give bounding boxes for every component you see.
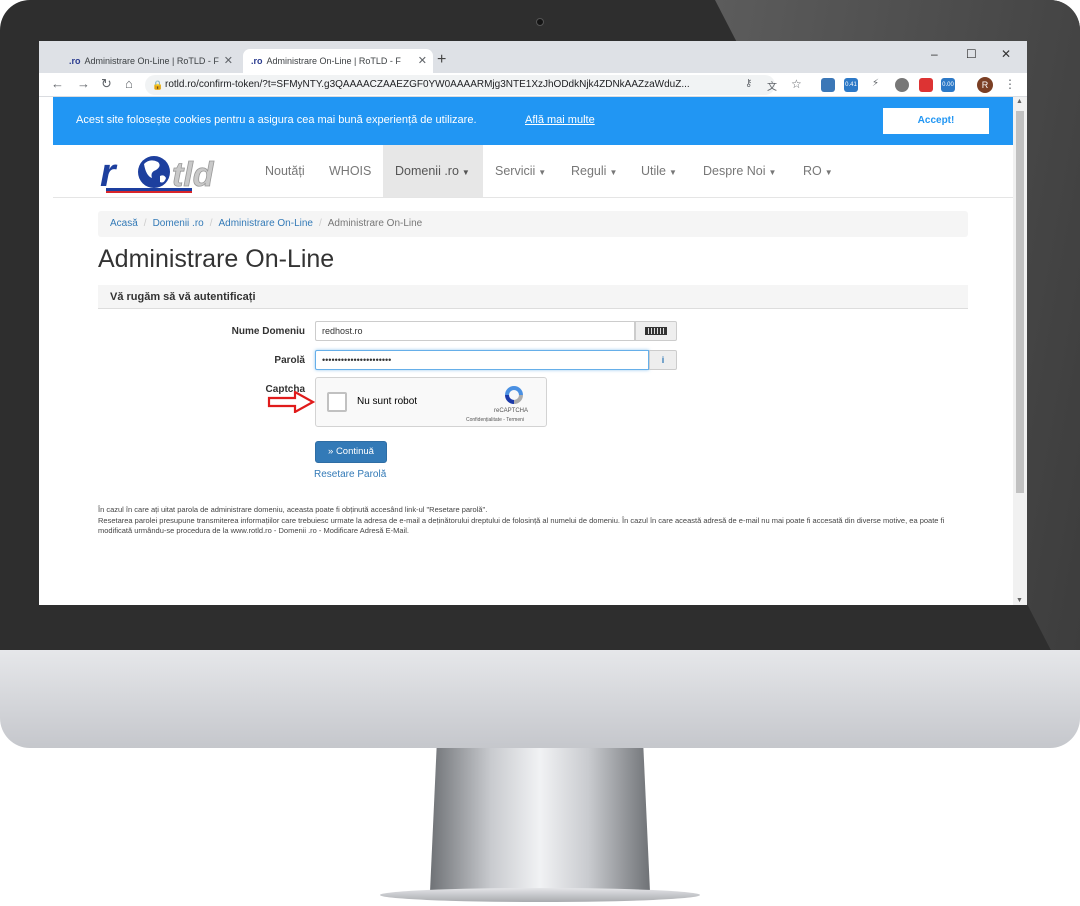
- monitor-stand: [430, 748, 650, 892]
- browser-tab-2-active[interactable]: .ro Administrare On-Line | RoTLD - F ✕: [243, 49, 433, 73]
- star-icon[interactable]: ☆: [791, 77, 802, 91]
- cookie-banner: Acest site folosește cookies pentru a as…: [53, 97, 1013, 145]
- password-info-button[interactable]: i: [649, 350, 677, 370]
- nav-item-domenii[interactable]: Domenii .ro ▼: [383, 145, 483, 197]
- address-bar[interactable]: 🔒 rotld.ro/confirm-token/?t=SFMyNTY.g3QA…: [145, 75, 775, 95]
- speed-extension-icon[interactable]: 0.41: [844, 78, 858, 92]
- nav-item-utile[interactable]: Utile ▼: [629, 145, 689, 197]
- stats-extension-icon[interactable]: 0.00: [941, 78, 955, 92]
- help-text: În cazul în care ați uitat parola de adm…: [98, 505, 978, 537]
- gauge-extension-icon[interactable]: [895, 78, 909, 92]
- site-navbar: r tld Noutăți WHOIS Domenii .ro ▼ Servici…: [53, 145, 1013, 198]
- scroll-down-arrow-icon[interactable]: ▼: [1016, 597, 1023, 604]
- lock-icon: 🔒: [152, 80, 164, 90]
- browser-tab-1[interactable]: .ro Administrare On-Line | RoTLD - F ✕: [61, 49, 239, 73]
- chevron-down-icon: ▼: [768, 168, 777, 177]
- back-arrow-icon[interactable]: ←: [51, 76, 64, 91]
- svg-text:r: r: [100, 151, 118, 194]
- scroll-up-arrow-icon[interactable]: ▲: [1016, 98, 1023, 105]
- accept-cookies-button[interactable]: Accept!: [883, 108, 989, 134]
- maximize-button[interactable]: ☐: [966, 47, 977, 61]
- breadcrumb-administrare[interactable]: Administrare On-Line: [219, 218, 313, 229]
- tab-favicon: .ro: [69, 56, 81, 66]
- page-title: Administrare On-Line: [98, 245, 335, 273]
- page-scrollbar[interactable]: ▲ ▼: [1013, 97, 1027, 605]
- reload-icon[interactable]: ↻: [101, 76, 112, 92]
- password-label: Parolă: [274, 355, 305, 366]
- nav-label: RO: [803, 164, 822, 178]
- nav-label: Despre Noi: [703, 164, 766, 178]
- scroll-thumb[interactable]: [1016, 111, 1024, 493]
- virtual-keyboard-button[interactable]: [635, 321, 677, 341]
- lightning-icon[interactable]: ⚡: [872, 78, 879, 89]
- recaptcha-brand: reCAPTCHA: [494, 408, 529, 414]
- cookie-learn-more-link[interactable]: Află mai multe: [525, 114, 595, 126]
- tab-title: Administrare On-Line | RoTLD - F: [84, 56, 219, 66]
- info-icon: i: [661, 355, 665, 365]
- nav-label: Reguli: [571, 164, 607, 178]
- help-line-1: În cazul în care ați uitat parola de adm…: [98, 505, 488, 514]
- new-tab-button[interactable]: +: [437, 51, 446, 69]
- nav-item-whois[interactable]: WHOIS: [317, 145, 383, 197]
- recaptcha-label: Nu sunt robot: [357, 396, 418, 407]
- browser-toolbar: ← → ↻ ⌂ 🔒 rotld.ro/confirm-token/?t=SFMy…: [39, 73, 1027, 97]
- lock-extension-icon[interactable]: [919, 78, 933, 92]
- breadcrumb-current: Administrare On-Line: [327, 218, 423, 229]
- key-icon[interactable]: ⚷: [745, 78, 752, 89]
- recaptcha-checkbox[interactable]: [327, 392, 347, 412]
- forward-arrow-icon[interactable]: →: [77, 76, 90, 91]
- chevron-down-icon: ▼: [824, 168, 833, 177]
- recaptcha-widget: Nu sunt robot reCAPTCHA Confidențialitat…: [315, 377, 547, 427]
- panel-heading: Vă rugăm să vă autentificați: [98, 285, 968, 309]
- recaptcha-icon: [505, 386, 523, 404]
- webcam: [536, 18, 544, 26]
- tab-title: Administrare On-Line | RoTLD - F: [266, 56, 401, 66]
- monitor-chin: [0, 650, 1080, 748]
- continue-button[interactable]: » Continuă: [315, 441, 387, 463]
- chevron-down-icon: ▼: [461, 168, 470, 177]
- reset-password-link[interactable]: Resetare Parolă: [314, 469, 386, 480]
- nav-label: Noutăți: [265, 164, 305, 178]
- minimize-button[interactable]: –: [931, 47, 938, 61]
- python-extension-icon[interactable]: [821, 78, 835, 92]
- screen: .ro Administrare On-Line | RoTLD - F ✕ .r…: [39, 41, 1027, 605]
- svg-text:tld: tld: [172, 156, 215, 194]
- menu-dots-icon[interactable]: ⋮: [1004, 77, 1016, 91]
- nav-item-language[interactable]: RO ▼: [791, 145, 845, 197]
- domain-input[interactable]: [315, 321, 635, 341]
- rotld-logo[interactable]: r tld: [98, 150, 246, 194]
- nav-item-reguli[interactable]: Reguli ▼: [559, 145, 629, 197]
- nav-label: Domenii .ro: [395, 164, 459, 178]
- nav-item-despre-noi[interactable]: Despre Noi ▼: [691, 145, 788, 197]
- url-text: rotld.ro/confirm-token/?t=SFMyNTY.g3QAAA…: [165, 79, 690, 90]
- nav-label: Utile: [641, 164, 667, 178]
- chevron-down-icon: ▼: [609, 168, 618, 177]
- monitor-stand-base: [380, 888, 700, 902]
- keyboard-icon: [645, 327, 667, 335]
- translate-icon[interactable]: 文: [767, 78, 777, 93]
- breadcrumb-domenii[interactable]: Domenii .ro: [153, 218, 204, 229]
- close-tab-icon[interactable]: ✕: [224, 49, 233, 73]
- domain-label: Nume Domeniu: [231, 326, 305, 337]
- breadcrumb: Acasă / Domenii .ro / Administrare On-Line / A…: [98, 211, 968, 237]
- close-window-button[interactable]: ✕: [1001, 47, 1011, 61]
- profile-avatar[interactable]: R: [977, 77, 993, 93]
- tab-favicon: .ro: [251, 56, 263, 66]
- help-line-2: Resetarea parolei presupune transmiterea…: [98, 515, 945, 536]
- close-tab-icon[interactable]: ✕: [418, 49, 427, 73]
- chevron-down-icon: ▼: [538, 168, 547, 177]
- chevron-down-icon: ▼: [669, 168, 677, 177]
- password-input[interactable]: [315, 350, 649, 370]
- nav-label: Servicii: [495, 164, 536, 178]
- recaptcha-terms-link[interactable]: Confidențialitate - Termeni: [466, 417, 524, 423]
- browser-tabbar: .ro Administrare On-Line | RoTLD - F ✕ .r…: [39, 41, 1027, 73]
- breadcrumb-acasa[interactable]: Acasă: [110, 218, 138, 229]
- nav-label: WHOIS: [329, 164, 372, 178]
- page-viewport: Acest site folosește cookies pentru a as…: [53, 97, 1013, 605]
- home-icon[interactable]: ⌂: [125, 76, 133, 91]
- annotation-arrow-icon: [267, 391, 315, 413]
- cookie-text: Acest site folosește cookies pentru a as…: [76, 114, 477, 126]
- nav-item-servicii[interactable]: Servicii ▼: [483, 145, 558, 197]
- nav-item-noutati[interactable]: Noutăți: [253, 145, 317, 197]
